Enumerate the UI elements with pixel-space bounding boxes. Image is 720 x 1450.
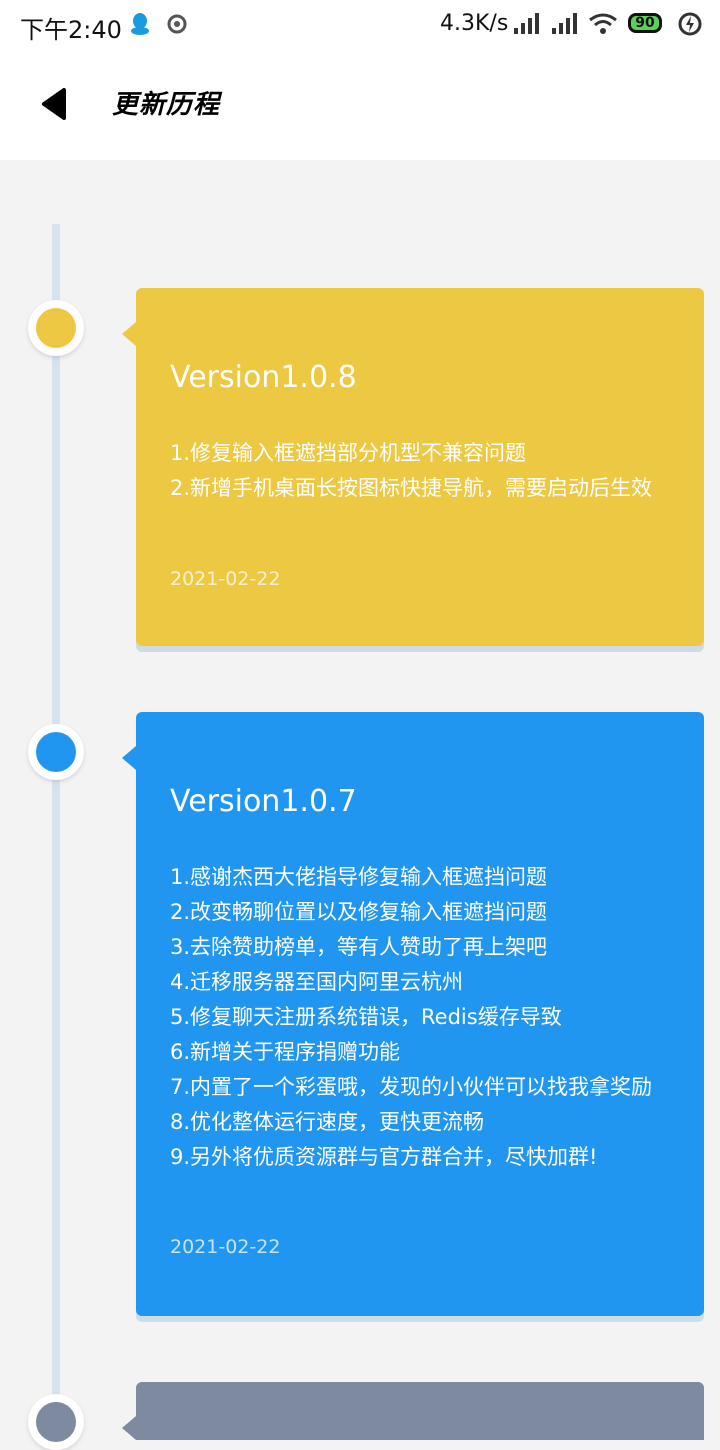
- note-item: 1.感谢杰西大佬指导修复输入框遮挡问题: [170, 865, 548, 889]
- battery-indicator: 90: [628, 13, 662, 33]
- note-item: 4.迁移服务器至国内阿里云杭州: [170, 970, 464, 994]
- version-card: [122, 1382, 704, 1440]
- app-header: 更新历程: [0, 50, 720, 160]
- timeline-node: [28, 724, 84, 780]
- timeline-node: [28, 1394, 84, 1450]
- qq-icon: [130, 12, 150, 40]
- version-card: Version1.0.8 1.修复输入框遮挡部分机型不兼容问题 2.新增手机桌面…: [122, 288, 704, 646]
- timeline-node: [28, 300, 84, 356]
- timeline-dot: [36, 1402, 76, 1442]
- timeline-dot: [36, 308, 76, 348]
- version-notes: 1.修复输入框遮挡部分机型不兼容问题 2.新增手机桌面长按图标快捷导航，需要启动…: [170, 436, 670, 506]
- timeline-line: [52, 224, 60, 1440]
- note-item: 7.内置了一个彩蛋哦，发现的小伙伴可以找我拿奖励: [170, 1075, 653, 1099]
- card-pointer: [122, 322, 136, 346]
- timeline-dot: [36, 732, 76, 772]
- version-date: 2021-02-22: [170, 568, 281, 590]
- version-title: Version1.0.7: [170, 784, 357, 819]
- note-item: 2.改变畅聊位置以及修复输入框遮挡问题: [170, 900, 548, 924]
- note-item: 9.另外将优质资源群与官方群合并，尽快加群!: [170, 1145, 598, 1169]
- signal-icon-2: [550, 12, 578, 40]
- sync-icon: [166, 12, 190, 40]
- note-item: 8.优化整体运行速度，更快更流畅: [170, 1110, 485, 1134]
- signal-icon-1: [512, 12, 540, 40]
- note-item: 1.修复输入框遮挡部分机型不兼容问题: [170, 441, 527, 465]
- version-date: 2021-02-22: [170, 1236, 281, 1258]
- note-item: 2.新增手机桌面长按图标快捷导航，需要启动后生效: [170, 476, 653, 500]
- version-title: Version1.0.8: [170, 360, 357, 395]
- page-title: 更新历程: [112, 90, 221, 120]
- status-bar: 下午2:40 4.3K/s 90: [0, 0, 720, 50]
- version-card: Version1.0.7 1.感谢杰西大佬指导修复输入框遮挡问题 2.改变畅聊位…: [122, 712, 704, 1316]
- back-button[interactable]: [38, 88, 70, 120]
- card-pointer: [122, 1416, 136, 1440]
- note-item: 5.修复聊天注册系统错误，Redis缓存导致: [170, 1005, 562, 1029]
- card-pointer: [122, 746, 136, 770]
- wifi-icon: [588, 12, 618, 40]
- network-speed: 4.3K/s: [440, 11, 509, 36]
- note-item: 6.新增关于程序捐赠功能: [170, 1040, 401, 1064]
- charging-icon: [678, 12, 702, 40]
- back-arrow-icon: [42, 88, 66, 120]
- status-time: 下午2:40: [20, 16, 122, 44]
- version-notes: 1.感谢杰西大佬指导修复输入框遮挡问题 2.改变畅聊位置以及修复输入框遮挡问题 …: [170, 860, 670, 1175]
- note-item: 3.去除赞助榜单，等有人赞助了再上架吧: [170, 935, 548, 959]
